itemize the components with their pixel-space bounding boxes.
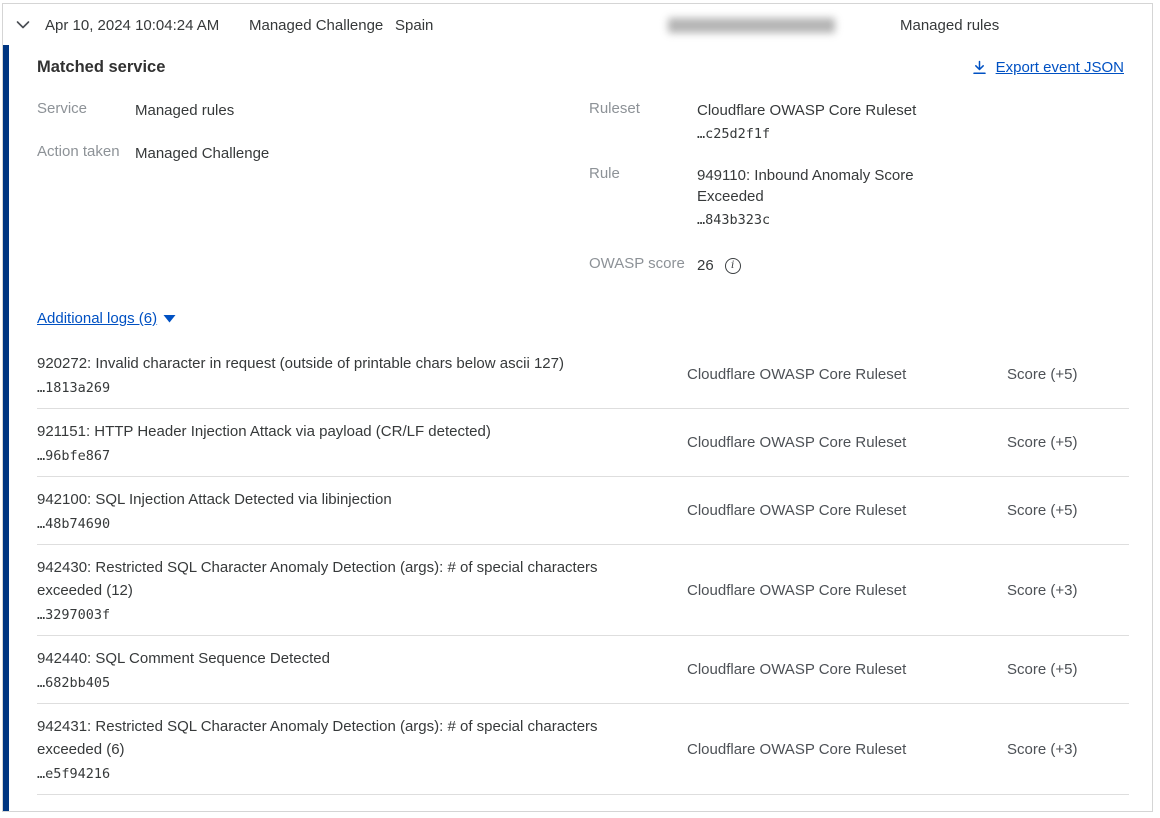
log-row: 920272: Invalid character in request (ou… <box>37 341 1129 409</box>
additional-logs-label: Additional logs (6) <box>37 310 157 327</box>
log-rule-id: …1813a269 <box>37 379 641 397</box>
log-score: Score (+5) <box>1007 366 1129 383</box>
log-score: Score (+3) <box>1007 582 1129 599</box>
log-description: 921151: HTTP Header Injection Attack via… <box>37 420 641 443</box>
log-rule-id: …96bfe867 <box>37 447 641 465</box>
event-detail-panel: Matched service Export event JSON Servic… <box>3 45 1152 811</box>
caret-down-icon[interactable] <box>163 314 176 324</box>
matched-service-fields: Service Managed rules Action taken Manag… <box>37 100 1152 298</box>
event-service: Managed rules <box>900 17 999 34</box>
field-ruleset: Ruleset Cloudflare OWASP Core Ruleset …c… <box>589 100 1152 143</box>
event-timestamp: Apr 10, 2024 10:04:24 AM <box>45 17 219 34</box>
field-value: Managed Challenge <box>135 143 269 164</box>
info-icon[interactable]: i <box>725 258 741 274</box>
chevron-down-icon[interactable] <box>15 17 31 33</box>
field-rule: Rule 949110: Inbound Anomaly Score Excee… <box>589 165 1152 229</box>
log-row: 942100: SQL Injection Attack Detected vi… <box>37 477 1129 545</box>
field-label: Ruleset <box>589 100 697 143</box>
field-label: Service <box>37 100 135 121</box>
additional-logs-table: 920272: Invalid character in request (ou… <box>37 341 1152 795</box>
field-label: Action taken <box>37 143 135 164</box>
event-action: Managed Challenge <box>249 17 383 34</box>
field-action-taken: Action taken Managed Challenge <box>37 143 589 164</box>
ruleset-id: …c25d2f1f <box>697 125 916 143</box>
field-value: Managed rules <box>135 100 234 121</box>
page-title: Matched service <box>37 58 165 77</box>
log-score: Score (+5) <box>1007 502 1129 519</box>
fields-left-column: Service Managed rules Action taken Manag… <box>37 100 589 298</box>
export-event-json-label: Export event JSON <box>996 59 1124 76</box>
log-rule-id: …682bb405 <box>37 674 641 692</box>
log-rule-id: …48b74690 <box>37 515 641 533</box>
redacted-hostname <box>668 18 835 33</box>
event-summary-row[interactable]: Apr 10, 2024 10:04:24 AM Managed Challen… <box>3 4 1152 45</box>
owasp-score-value: 26 <box>697 255 714 276</box>
log-rule-id: …e5f94216 <box>37 765 641 783</box>
events-table-container: Apr 10, 2024 10:04:24 AM Managed Challen… <box>2 3 1153 812</box>
log-score: Score (+3) <box>1007 741 1129 758</box>
log-ruleset: Cloudflare OWASP Core Ruleset <box>687 434 1007 451</box>
log-rule-id: …3297003f <box>37 606 641 624</box>
log-description: 942430: Restricted SQL Character Anomaly… <box>37 556 641 602</box>
log-ruleset: Cloudflare OWASP Core Ruleset <box>687 661 1007 678</box>
log-description: 942440: SQL Comment Sequence Detected <box>37 647 641 670</box>
field-label: Rule <box>589 165 697 229</box>
detail-header: Matched service Export event JSON <box>37 58 1152 77</box>
additional-logs-toggle[interactable]: Additional logs (6) <box>37 310 176 327</box>
fields-right-column: Ruleset Cloudflare OWASP Core Ruleset …c… <box>589 100 1152 298</box>
field-owasp-score: OWASP score 26 i <box>589 255 1152 276</box>
log-ruleset: Cloudflare OWASP Core Ruleset <box>687 582 1007 599</box>
rule-name: 949110: Inbound Anomaly Score Exceeded <box>697 165 942 207</box>
rule-id: …843b323c <box>697 211 942 229</box>
log-row: 921151: HTTP Header Injection Attack via… <box>37 409 1129 477</box>
log-description: 942431: Restricted SQL Character Anomaly… <box>37 715 641 761</box>
log-row: 942431: Restricted SQL Character Anomaly… <box>37 704 1129 795</box>
event-country: Spain <box>395 17 433 34</box>
log-ruleset: Cloudflare OWASP Core Ruleset <box>687 366 1007 383</box>
log-ruleset: Cloudflare OWASP Core Ruleset <box>687 502 1007 519</box>
ruleset-name: Cloudflare OWASP Core Ruleset <box>697 100 916 121</box>
field-label: OWASP score <box>589 255 697 276</box>
field-service: Service Managed rules <box>37 100 589 121</box>
export-event-json-link[interactable]: Export event JSON <box>972 59 1124 76</box>
download-icon[interactable] <box>972 60 987 75</box>
log-score: Score (+5) <box>1007 434 1129 451</box>
log-description: 942100: SQL Injection Attack Detected vi… <box>37 488 641 511</box>
log-ruleset: Cloudflare OWASP Core Ruleset <box>687 741 1007 758</box>
log-score: Score (+5) <box>1007 661 1129 678</box>
log-row: 942440: SQL Comment Sequence Detected …6… <box>37 636 1129 704</box>
log-description: 920272: Invalid character in request (ou… <box>37 352 641 375</box>
log-row: 942430: Restricted SQL Character Anomaly… <box>37 545 1129 636</box>
